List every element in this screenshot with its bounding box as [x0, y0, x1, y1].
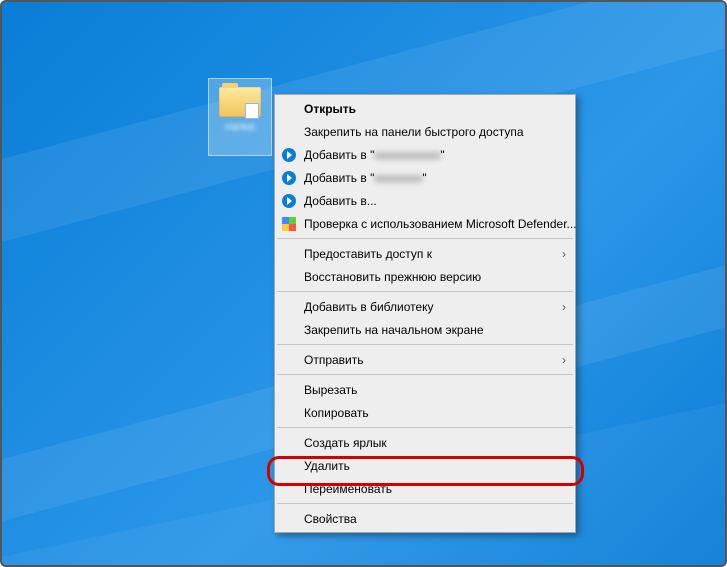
menu-label: Проверка с использованием Microsoft Defe… — [304, 217, 577, 231]
menu-label: Удалить — [304, 459, 350, 473]
menu-pin-quick-access[interactable]: Закрепить на панели быстрого доступа — [276, 120, 574, 143]
menu-share[interactable]: Предоставить доступ к › — [276, 242, 574, 265]
folder-label: папка — [225, 121, 254, 133]
menu-separator — [277, 374, 573, 375]
menu-delete[interactable]: Удалить — [276, 454, 574, 477]
menu-rename[interactable]: Переименовать — [276, 477, 574, 500]
menu-label: Открыть — [304, 102, 356, 116]
chevron-right-icon: › — [562, 300, 566, 314]
menu-label: Вырезать — [304, 383, 357, 397]
menu-separator — [277, 503, 573, 504]
menu-label: Добавить в "xxxxxxxx" — [304, 171, 427, 185]
menu-restore-previous[interactable]: Восстановить прежнюю версию — [276, 265, 574, 288]
menu-separator — [277, 344, 573, 345]
menu-add-to-library[interactable]: Добавить в библиотеку › — [276, 295, 574, 318]
archive-icon — [281, 193, 297, 209]
menu-add-to-2[interactable]: Добавить в "xxxxxxxx" — [276, 166, 574, 189]
menu-pin-start[interactable]: Закрепить на начальном экране — [276, 318, 574, 341]
menu-label: Восстановить прежнюю версию — [304, 270, 481, 284]
archive-icon — [281, 170, 297, 186]
menu-label: Добавить в библиотеку — [304, 300, 434, 314]
menu-label: Добавить в "xxxxxxxxxxx" — [304, 148, 445, 162]
archive-icon — [281, 147, 297, 163]
menu-defender-scan[interactable]: Проверка с использованием Microsoft Defe… — [276, 212, 574, 235]
menu-separator — [277, 238, 573, 239]
menu-label: Закрепить на панели быстрого доступа — [304, 125, 524, 139]
menu-open[interactable]: Открыть — [276, 97, 574, 120]
menu-label: Создать ярлык — [304, 436, 387, 450]
menu-separator — [277, 427, 573, 428]
desktop-folder-selected[interactable]: папка — [208, 78, 272, 156]
chevron-right-icon: › — [562, 353, 566, 367]
menu-add-to-more[interactable]: Добавить в... — [276, 189, 574, 212]
menu-properties[interactable]: Свойства — [276, 507, 574, 530]
menu-label: Предоставить доступ к — [304, 247, 432, 261]
shield-icon — [281, 216, 297, 232]
menu-label: Закрепить на начальном экране — [304, 323, 484, 337]
menu-label: Добавить в... — [304, 194, 377, 208]
menu-label: Копировать — [304, 406, 369, 420]
menu-label: Переименовать — [304, 482, 392, 496]
context-menu: Открыть Закрепить на панели быстрого дос… — [274, 94, 576, 533]
menu-separator — [277, 291, 573, 292]
desktop-screenshot: папка Открыть Закрепить на панели быстро… — [0, 0, 727, 567]
menu-create-shortcut[interactable]: Создать ярлык — [276, 431, 574, 454]
menu-cut[interactable]: Вырезать — [276, 378, 574, 401]
chevron-right-icon: › — [562, 247, 566, 261]
menu-label: Отправить — [304, 353, 364, 367]
menu-label: Свойства — [304, 512, 357, 526]
folder-icon — [219, 83, 261, 117]
menu-send-to[interactable]: Отправить › — [276, 348, 574, 371]
menu-add-to-1[interactable]: Добавить в "xxxxxxxxxxx" — [276, 143, 574, 166]
menu-copy[interactable]: Копировать — [276, 401, 574, 424]
